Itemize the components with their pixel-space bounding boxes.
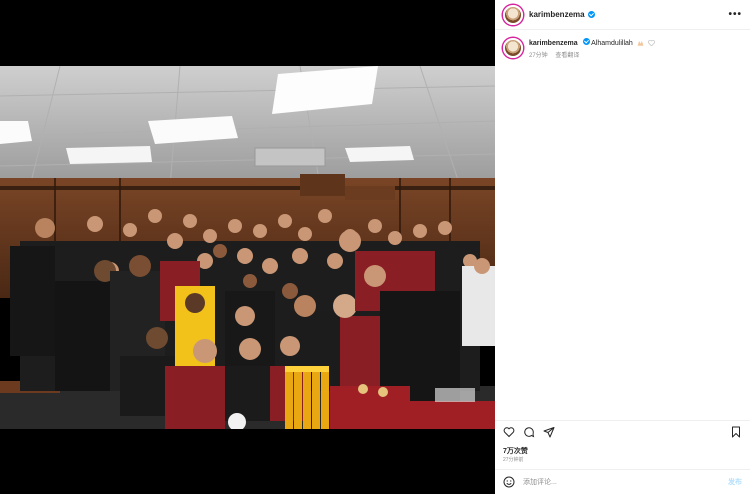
comment-input[interactable]: 添加评论...	[523, 477, 728, 487]
comment-bar: 添加评论... 发布	[495, 469, 750, 494]
likes-count[interactable]: 7万次赞	[503, 446, 528, 456]
post-media	[0, 0, 495, 494]
author-username[interactable]: karimbenzema	[529, 10, 585, 19]
smiley-icon[interactable]	[503, 476, 515, 488]
verified-badge-icon	[587, 11, 595, 18]
heart-icon[interactable]	[503, 426, 515, 438]
caption-text: Alhamdulillah	[591, 40, 633, 47]
caption-avatar[interactable]	[503, 38, 523, 58]
post-comment-button[interactable]: 发布	[728, 477, 742, 487]
post-header: karimbenzema •••	[495, 0, 750, 30]
verified-badge-icon	[582, 38, 590, 45]
bookmark-icon[interactable]	[730, 426, 742, 438]
share-icon[interactable]	[543, 426, 555, 438]
post-sidebar: karimbenzema ••• karimbenzema Alhamdulil…	[495, 0, 750, 494]
more-options-icon[interactable]: •••	[728, 9, 742, 20]
team-photo[interactable]	[0, 66, 495, 429]
caption-time: 27分钟	[529, 53, 548, 59]
avatar[interactable]	[503, 4, 523, 25]
praying-hands-icon	[637, 41, 644, 46]
comment-icon[interactable]	[523, 426, 535, 438]
post-time: 27分钟前	[503, 457, 524, 463]
white-heart-icon	[647, 40, 655, 47]
see-translation-link[interactable]: 查看翻译	[555, 53, 579, 59]
caption-username[interactable]: karimbenzema	[529, 40, 578, 47]
post-caption: karimbenzema Alhamdulillah 27分钟 查看翻译	[495, 30, 750, 61]
action-bar	[495, 420, 750, 440]
